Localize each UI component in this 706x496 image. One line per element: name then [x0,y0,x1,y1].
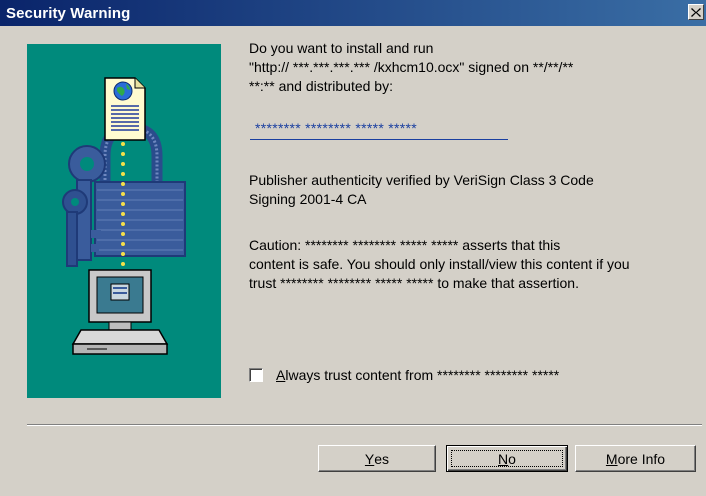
publisher-link[interactable]: ******** ******** ***** ***** [255,120,417,136]
more-info-button[interactable]: More Info [575,445,696,472]
button-separator [27,424,702,426]
yes-label: es [374,450,390,467]
close-button[interactable] [688,4,704,20]
always-trust-option[interactable]: Always trust content from ******** *****… [249,367,559,383]
always-trust-label-text: lways trust content from ******** ******… [285,367,560,383]
security-illustration-panel [27,44,221,398]
authenticity-text: Publisher authenticity verified by VeriS… [249,172,594,207]
yes-mnemonic: Y [364,450,375,467]
always-trust-checkbox[interactable] [249,368,263,382]
lock-icon [94,122,186,257]
title-bar[interactable]: Security Warning [0,0,706,26]
always-trust-mnemonic: A [276,367,286,383]
no-button[interactable]: No [446,445,568,472]
computer-icon [71,269,169,355]
yes-button[interactable]: Yes [318,445,436,472]
caution-text: Caution: ******** ******** ***** ***** a… [249,237,630,291]
globe-icon [113,81,133,101]
focus-rect [451,450,563,467]
always-trust-label[interactable]: Always trust content from ******** *****… [276,367,559,383]
security-warning-dialog: Security Warning Do you want to install … [0,0,706,496]
close-icon [691,7,701,17]
more-info-mnemonic: M [605,450,618,467]
window-title: Security Warning [6,4,131,22]
install-question-text: Do you want to install and run "http:// … [249,40,574,94]
more-info-label: ore Info [617,450,666,467]
publisher-link-underline [250,139,508,140]
